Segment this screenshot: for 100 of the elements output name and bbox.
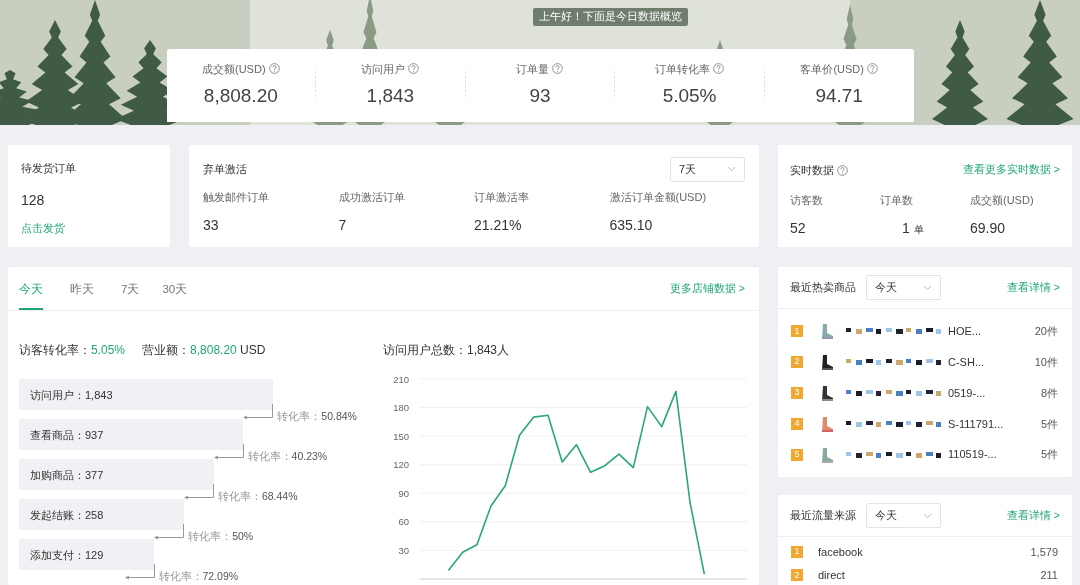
axis-tick-label: 180 bbox=[393, 402, 409, 414]
chevron-down-icon bbox=[923, 512, 932, 519]
card-title: 实时数据 bbox=[790, 163, 834, 178]
connector-arrow bbox=[183, 484, 214, 500]
help-icon bbox=[713, 62, 725, 74]
unit-label: 单 bbox=[913, 224, 924, 235]
period-dropdown[interactable]: 今天 bbox=[866, 275, 941, 300]
source-name: facebook bbox=[818, 544, 863, 560]
card-title: 最近热卖商品 bbox=[790, 280, 856, 296]
metric-label: 客单价(USD) bbox=[800, 62, 864, 75]
period-tab[interactable]: 昨天 bbox=[70, 267, 94, 311]
product-name: HOE... bbox=[948, 324, 982, 340]
sold-count: 20件 bbox=[1034, 324, 1058, 340]
help-icon bbox=[837, 164, 848, 176]
product-name: 0519-... bbox=[948, 385, 987, 401]
axis-tick-label: 120 bbox=[393, 459, 409, 471]
period-dropdown[interactable]: 今天 bbox=[866, 503, 941, 528]
funnel-step-bar: 查看商品：937 bbox=[19, 419, 244, 451]
rank-badge: 2 bbox=[791, 356, 803, 369]
conversion-rate-label: 转化率：40.23% bbox=[247, 449, 328, 465]
conversion-rate-label: 转化率：50% bbox=[188, 529, 254, 545]
period-dropdown[interactable]: 7天 bbox=[670, 157, 745, 182]
help-icon bbox=[866, 62, 878, 74]
help-icon bbox=[408, 62, 420, 74]
metric-value: 7 bbox=[338, 216, 348, 235]
greeting-text: 上午好！下面是今日数据概览 bbox=[532, 8, 688, 26]
metric-label: 订单激活率 bbox=[474, 189, 530, 205]
ranking-row[interactable]: 3 0519-... 8件 bbox=[778, 377, 1072, 409]
metric-value: 8,808.20 bbox=[202, 84, 279, 109]
summary-text: 访客转化率：5.05% bbox=[19, 342, 126, 360]
metric-value: 93 bbox=[528, 84, 552, 109]
axis-tick-label: 90 bbox=[398, 488, 409, 500]
metric-label: 成交额(USD) bbox=[202, 62, 266, 75]
metric-label: 成功激活订单 bbox=[338, 189, 406, 205]
metric-value: 69.90 bbox=[970, 220, 1006, 236]
funnel-step-bar: 发起结账：258 bbox=[19, 499, 184, 531]
connector-arrow bbox=[213, 444, 244, 460]
conversion-rate-label: 转化率：72.09% bbox=[158, 569, 239, 585]
ranking-row[interactable]: 1 facebook 1,579 bbox=[778, 540, 1072, 564]
visit-count: 1,579 bbox=[1030, 544, 1058, 560]
help-icon bbox=[268, 62, 280, 74]
product-name: S-111791... bbox=[948, 416, 1005, 432]
conversion-rate-label: 转化率：50.84% bbox=[277, 409, 357, 425]
metric-value: 33 bbox=[203, 216, 220, 235]
metric-label: 成交额(USD) bbox=[970, 192, 1035, 208]
sold-count: 10件 bbox=[1034, 354, 1058, 370]
period-tab[interactable]: 30天 bbox=[162, 267, 188, 311]
ranking-row[interactable]: 5 110519-... 5件 bbox=[778, 439, 1072, 470]
product-name: 110519-... bbox=[948, 447, 998, 463]
funnel-step-bar: 访问用户：1,843 bbox=[19, 379, 273, 411]
connector-arrow bbox=[124, 564, 155, 580]
metric-label: 订单数 bbox=[880, 192, 914, 208]
rank-badge: 3 bbox=[791, 387, 803, 399]
metric-value: 635.10 bbox=[609, 216, 654, 235]
metric-label: 激活订单金额(USD) bbox=[609, 189, 708, 205]
ranking-row[interactable]: 2 direct 211 bbox=[778, 563, 1072, 585]
metric-label: 订单转化率 bbox=[655, 62, 711, 75]
help-icon bbox=[552, 62, 564, 74]
ranking-row[interactable]: 4 S-111791... 5件 bbox=[778, 408, 1072, 440]
period-tab[interactable]: 7天 bbox=[121, 267, 140, 311]
axis-tick-label: 150 bbox=[393, 430, 409, 442]
metric-label: 访问用户 bbox=[361, 62, 406, 75]
rank-badge: 5 bbox=[791, 448, 803, 461]
product-name: C-SH... bbox=[948, 354, 986, 370]
metric-label: 访客数 bbox=[790, 192, 824, 208]
metric-label: 触发邮件订单 bbox=[203, 189, 270, 205]
card-title: 弃单激活 bbox=[203, 162, 247, 177]
chevron-down-icon bbox=[727, 166, 736, 173]
axis-tick-label: 210 bbox=[393, 373, 409, 385]
sold-count: 5件 bbox=[1040, 416, 1058, 432]
conversion-rate-label: 转化率：68.44% bbox=[217, 489, 298, 505]
chart-title: 访问用户总数：1,843人 bbox=[383, 342, 511, 360]
card-title: 最近流量来源 bbox=[790, 508, 856, 524]
card-title: 待发货订单 bbox=[21, 161, 77, 176]
metric-value: 1 bbox=[902, 220, 910, 236]
rank-badge: 4 bbox=[791, 417, 803, 430]
ranking-row[interactable]: 1 HOE... 20件 bbox=[778, 316, 1072, 347]
rank-badge: 1 bbox=[791, 325, 803, 338]
sold-count: 8件 bbox=[1040, 385, 1058, 401]
rank-badge: 2 bbox=[791, 569, 803, 582]
ranking-row[interactable]: 2 C-SH... 10件 bbox=[778, 346, 1072, 378]
rank-badge: 1 bbox=[791, 545, 803, 558]
axis-tick-label: 30 bbox=[398, 545, 409, 557]
axis-tick-label: 60 bbox=[398, 516, 409, 528]
metric-value: 5.05% bbox=[661, 84, 718, 109]
metric-label: 订单量 bbox=[516, 62, 550, 75]
visit-count: 211 bbox=[1040, 568, 1058, 583]
connector-arrow bbox=[243, 404, 274, 420]
funnel-step-bar: 加购商品：377 bbox=[19, 459, 214, 491]
source-name: direct bbox=[818, 568, 845, 583]
metric-value: 21.21% bbox=[474, 216, 523, 235]
metric-value: 94.71 bbox=[814, 84, 864, 109]
chevron-down-icon bbox=[923, 284, 932, 291]
metric-value: 1,843 bbox=[365, 84, 416, 109]
connector-arrow bbox=[154, 524, 185, 540]
summary-text: 营业额：8,808.20 USD bbox=[142, 342, 266, 360]
funnel-step-bar: 添加支付：129 bbox=[19, 539, 155, 571]
sold-count: 5件 bbox=[1040, 447, 1058, 463]
order-count: 128 bbox=[21, 190, 46, 210]
metric-value: 52 bbox=[790, 220, 806, 236]
